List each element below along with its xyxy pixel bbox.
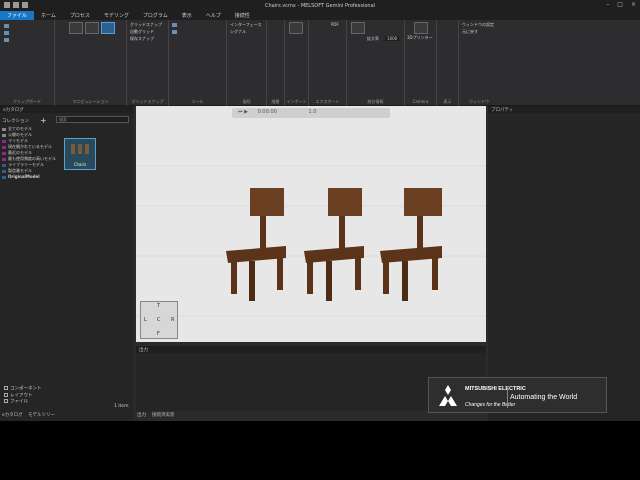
ribbon-group-camera: 3Dプリンター Camera <box>405 20 437 106</box>
search-input[interactable]: 検索 <box>56 116 129 123</box>
ribbon: クリップボード マニピュレーション グリッドスナップ 自動グリッド 保存スナップ… <box>0 20 640 106</box>
group-label: Camera <box>412 99 429 104</box>
collection-label: コレクション <box>2 119 29 124</box>
group-label: インポート <box>286 99 307 104</box>
chair-1[interactable] <box>226 188 286 301</box>
maximize-icon[interactable]: □ <box>617 1 623 8</box>
group-label: エクスポート <box>315 99 340 104</box>
tab-output[interactable]: 出力 <box>137 412 146 418</box>
item-count: 1 item <box>114 404 129 409</box>
stats-button[interactable] <box>351 22 365 34</box>
brand-slogan: Automating the World <box>510 394 578 401</box>
window-settings-button[interactable]: ウィンドウの設定 <box>462 22 494 28</box>
add-collection-icon[interactable]: + <box>40 116 47 125</box>
properties-header: プロパティ <box>488 106 640 113</box>
pnp-button[interactable] <box>101 22 115 34</box>
group-label: 階層 <box>271 99 280 104</box>
restore-button[interactable]: 元に戻す <box>462 29 478 35</box>
close-icon[interactable]: × <box>631 1 636 8</box>
menu-connectivity[interactable]: 接続性 <box>228 11 257 20</box>
signal-button[interactable]: シグナル <box>230 29 246 35</box>
nav-front-label[interactable]: F <box>157 331 160 337</box>
tab-connection[interactable]: 接続済実装 <box>152 412 175 418</box>
ribbon-group-stats: 拡大率 1000 統計情報 <box>347 20 405 106</box>
menu-bar: ファイル ホーム プロセス モデリング プログラム 表示 ヘルプ 接続性 <box>0 11 640 20</box>
chairs-scene <box>136 165 486 317</box>
navigation-cube[interactable]: T L C R F <box>140 301 178 339</box>
tab-ecatalog[interactable]: eカタログ <box>2 412 23 418</box>
zoom-label: 拡大率 <box>367 36 379 41</box>
save-snap-check[interactable]: 保存スナップ <box>130 36 154 42</box>
properties-panel: プロパティ <box>488 106 640 421</box>
camera-button[interactable] <box>414 22 428 34</box>
move-button[interactable] <box>85 22 99 34</box>
group-label: 接続 <box>242 99 251 104</box>
tool-item[interactable] <box>172 22 179 27</box>
chair-thumbnail-icon <box>71 144 89 154</box>
output-header: 出力 <box>136 346 486 353</box>
nav-left-label[interactable]: L <box>144 317 147 323</box>
select-button[interactable] <box>69 22 83 34</box>
3d-viewport[interactable]: ⏮ ▶ 0:00:00 1.0 T L C R F <box>136 106 486 342</box>
ribbon-group-display: 表示 <box>437 20 459 106</box>
ribbon-group-window: ウィンドウの設定 元に戻す ウィンドウ <box>459 20 499 106</box>
copy-button[interactable] <box>4 30 11 35</box>
group-label: ツール <box>191 99 204 104</box>
ribbon-group-grid: グリッドスナップ 自動グリッド 保存スナップ グリッドスナップ <box>127 20 169 106</box>
nav-center-label[interactable]: C <box>157 317 161 323</box>
banner-divider <box>507 386 508 408</box>
menu-file[interactable]: ファイル <box>0 11 35 20</box>
menu-home[interactable]: ホーム <box>34 11 63 20</box>
printer-button[interactable]: 3Dプリンター <box>407 35 433 41</box>
group-label: グリッドスナップ <box>131 99 164 104</box>
tree-item[interactable]: OriginalModel <box>2 174 52 180</box>
brand-name: MITSUBISHI ELECTRIC <box>465 386 526 392</box>
minimize-icon[interactable]: – <box>606 1 609 8</box>
interface-button[interactable]: インターフェース <box>230 22 262 28</box>
group-label: クリップボード <box>13 99 41 104</box>
menu-process[interactable]: プロセス <box>63 11 97 20</box>
chair-3[interactable] <box>380 188 442 301</box>
filter-checks: コンポーネント レイアウト ファイル <box>4 386 42 406</box>
thumbnail-label: Chairs <box>73 162 87 167</box>
group-label: 表示 <box>443 99 452 104</box>
pdf-button[interactable]: PDF <box>331 22 339 27</box>
window-title: Chairs.vcmx - MELSOFT Gemini Professiona… <box>264 3 376 9</box>
mitsubishi-logo-icon <box>439 385 457 406</box>
menu-view[interactable]: 表示 <box>175 11 199 20</box>
ecatalog-panel: eカタログ 検索 コレクション + 全てのモデル 公開のモデル マイモデル 現在… <box>0 106 133 421</box>
ribbon-group-export: PDF エクスポート <box>309 20 347 106</box>
zoom-field[interactable]: 1000 <box>385 36 400 41</box>
window-controls: – □ × <box>606 1 636 8</box>
chair-2[interactable] <box>304 188 364 301</box>
ribbon-group-tools: ツール <box>169 20 227 106</box>
ribbon-group-manipulation: マニピュレーション <box>55 20 127 106</box>
group-label: マニピュレーション <box>72 99 109 104</box>
import-button[interactable] <box>289 22 303 34</box>
brand-banner: MITSUBISHI ELECTRIC Changes for the Bett… <box>428 377 607 413</box>
nav-right-label[interactable]: R <box>171 317 174 323</box>
tab-model-tree[interactable]: モデルツリー <box>28 412 55 418</box>
collection-tree: 全てのモデル 公開のモデル マイモデル 現在開かれているモデル 最近のモデル 最… <box>2 126 56 180</box>
grid-snap-item[interactable]: グリッドスナップ <box>130 22 162 28</box>
menu-modeling[interactable]: モデリング <box>97 11 136 20</box>
nav-top-label[interactable]: T <box>157 303 160 309</box>
app-window: Chairs.vcmx - MELSOFT Gemini Professiona… <box>0 0 640 421</box>
ribbon-group-connect: インターフェース シグナル 接続 <box>227 20 267 106</box>
ribbon-group-clipboard: クリップボード <box>0 20 55 106</box>
paste-button[interactable] <box>4 23 11 28</box>
check-file[interactable]: ファイル <box>4 399 42 406</box>
menu-program[interactable]: プログラム <box>136 11 175 20</box>
group-label: 統計情報 <box>367 99 384 104</box>
model-thumbnail[interactable]: Chairs <box>64 138 96 170</box>
tool-item[interactable] <box>172 29 179 34</box>
menu-help[interactable]: ヘルプ <box>199 11 228 20</box>
check-component[interactable]: コンポーネント <box>4 386 42 393</box>
group-label: ウィンドウ <box>469 99 489 104</box>
auto-grid-check[interactable]: 自動グリッド <box>130 29 154 35</box>
ribbon-group-hierarchy: 階層 <box>267 20 285 106</box>
panel-header: eカタログ <box>0 106 133 113</box>
ribbon-group-import: インポート <box>285 20 309 106</box>
delete-button[interactable] <box>4 37 11 42</box>
